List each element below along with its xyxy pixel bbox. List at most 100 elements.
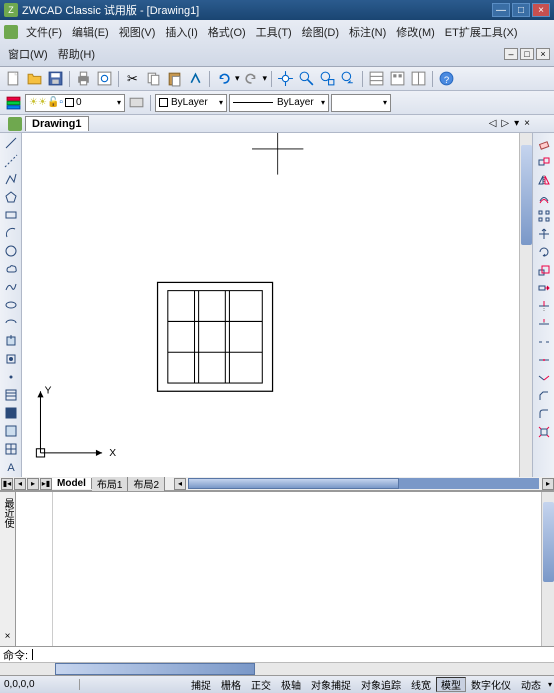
menu-draw[interactable]: 绘图(D) bbox=[298, 22, 343, 42]
model-tab[interactable]: Model bbox=[52, 478, 92, 489]
copy-button[interactable] bbox=[144, 69, 163, 88]
sheet-next-button[interactable]: ▸ bbox=[27, 478, 39, 490]
mirror-tool[interactable] bbox=[535, 171, 553, 188]
cut-button[interactable]: ✂ bbox=[123, 69, 142, 88]
extend-tool[interactable] bbox=[535, 315, 553, 332]
break-at-point-tool[interactable] bbox=[535, 351, 553, 368]
color-dropdown[interactable]: ByLayer ▾ bbox=[155, 94, 227, 112]
menu-dimension[interactable]: 标注(N) bbox=[345, 22, 390, 42]
line-tool[interactable] bbox=[2, 135, 20, 152]
table-tool[interactable] bbox=[2, 440, 20, 457]
rotate-tool[interactable] bbox=[535, 243, 553, 260]
drawing-canvas[interactable]: X Y bbox=[22, 133, 519, 477]
layout1-tab[interactable]: 布局1 bbox=[92, 476, 129, 491]
command-vscrollbar[interactable] bbox=[541, 492, 554, 646]
chamfer-tool[interactable] bbox=[535, 387, 553, 404]
text-tool[interactable]: A bbox=[2, 458, 20, 475]
construction-line-tool[interactable] bbox=[2, 153, 20, 170]
menu-express[interactable]: ET扩展工具(X) bbox=[441, 22, 522, 42]
circle-tool[interactable] bbox=[2, 243, 20, 260]
minimize-button[interactable]: — bbox=[492, 3, 510, 17]
menu-help[interactable]: 帮助(H) bbox=[54, 44, 99, 64]
sheet-last-button[interactable]: ▸▮ bbox=[40, 478, 52, 490]
print-preview-button[interactable] bbox=[95, 69, 114, 88]
open-button[interactable] bbox=[25, 69, 44, 88]
break-tool[interactable] bbox=[535, 333, 553, 350]
command-history[interactable] bbox=[53, 492, 541, 646]
doc-close-button[interactable]: × bbox=[536, 48, 550, 60]
pan-button[interactable] bbox=[276, 69, 295, 88]
erase-tool[interactable] bbox=[535, 135, 553, 152]
menu-modify[interactable]: 修改(M) bbox=[392, 22, 439, 42]
ortho-toggle[interactable]: 正交 bbox=[246, 677, 276, 692]
osnap-toggle[interactable]: 对象捕捉 bbox=[306, 677, 356, 692]
doc-restore-button[interactable]: □ bbox=[520, 48, 534, 60]
redo-button[interactable] bbox=[242, 69, 261, 88]
match-button[interactable] bbox=[186, 69, 205, 88]
make-block-tool[interactable] bbox=[2, 350, 20, 367]
maximize-button[interactable]: □ bbox=[512, 3, 530, 17]
stretch-tool[interactable] bbox=[535, 279, 553, 296]
close-button[interactable]: × bbox=[532, 3, 550, 17]
command-line[interactable]: 命令: bbox=[0, 646, 554, 662]
layout2-tab[interactable]: 布局2 bbox=[128, 476, 165, 491]
menu-format[interactable]: 格式(O) bbox=[204, 22, 250, 42]
polar-toggle[interactable]: 极轴 bbox=[276, 677, 306, 692]
linetype-dropdown[interactable]: ByLayer ▾ bbox=[229, 94, 329, 112]
sheet-prev-button[interactable]: ◂ bbox=[14, 478, 26, 490]
layer-state-button[interactable] bbox=[127, 93, 146, 112]
snap-toggle[interactable]: 捕捉 bbox=[186, 677, 216, 692]
menu-insert[interactable]: 插入(I) bbox=[161, 22, 201, 42]
undo-dropdown[interactable]: ▾ bbox=[235, 73, 240, 84]
sheet-first-button[interactable]: ▮◂ bbox=[1, 478, 13, 490]
offset-tool[interactable] bbox=[535, 189, 553, 206]
hscroll-left-button[interactable]: ◂ bbox=[174, 478, 186, 490]
menu-edit[interactable]: 编辑(E) bbox=[68, 22, 113, 42]
undo-button[interactable] bbox=[214, 69, 233, 88]
command-side-tab[interactable]: 最近使 × bbox=[0, 492, 16, 646]
coordinate-display[interactable]: 0,0,0,0 bbox=[0, 679, 80, 690]
lwt-toggle[interactable]: 线宽 bbox=[406, 677, 436, 692]
gradient-tool[interactable] bbox=[2, 404, 20, 421]
hatch-tool[interactable] bbox=[2, 386, 20, 403]
help-button[interactable]: ? bbox=[437, 69, 456, 88]
arc-tool[interactable] bbox=[2, 225, 20, 242]
grid-toggle[interactable]: 栅格 bbox=[216, 677, 246, 692]
dyn-toggle[interactable]: 动态 bbox=[516, 677, 546, 692]
polyline-tool[interactable] bbox=[2, 171, 20, 188]
otrack-toggle[interactable]: 对象追踪 bbox=[356, 677, 406, 692]
copy-tool[interactable] bbox=[535, 153, 553, 170]
polygon-tool[interactable] bbox=[2, 189, 20, 206]
canvas-hscrollbar[interactable] bbox=[188, 478, 539, 489]
scale-tool[interactable] bbox=[535, 261, 553, 278]
lineweight-dropdown[interactable]: ▾ bbox=[331, 94, 391, 112]
tool-palette-button[interactable] bbox=[409, 69, 428, 88]
tab-next-button[interactable]: ▷ bbox=[499, 118, 511, 129]
ellipse-tool[interactable] bbox=[2, 297, 20, 314]
menu-tools[interactable]: 工具(T) bbox=[252, 22, 296, 42]
model-toggle[interactable]: 模型 bbox=[436, 677, 466, 692]
doc-minimize-button[interactable]: – bbox=[504, 48, 518, 60]
menu-view[interactable]: 视图(V) bbox=[115, 22, 160, 42]
layer-manager-button[interactable] bbox=[4, 93, 23, 112]
point-tool[interactable] bbox=[2, 368, 20, 385]
tab-prev-button[interactable]: ◁ bbox=[487, 118, 499, 129]
canvas-vscrollbar[interactable] bbox=[519, 133, 532, 477]
insert-block-tool[interactable] bbox=[2, 332, 20, 349]
zoom-realtime-button[interactable] bbox=[297, 69, 316, 88]
properties-button[interactable] bbox=[367, 69, 386, 88]
layer-dropdown[interactable]: ☀☀🔓▫ 0 ▾ bbox=[25, 94, 125, 112]
zoom-previous-button[interactable] bbox=[339, 69, 358, 88]
join-tool[interactable] bbox=[535, 369, 553, 386]
redo-dropdown[interactable]: ▾ bbox=[263, 73, 268, 84]
status-menu-button[interactable]: ▾ bbox=[546, 680, 554, 689]
move-tool[interactable] bbox=[535, 225, 553, 242]
zoom-window-button[interactable] bbox=[318, 69, 337, 88]
menu-window[interactable]: 窗口(W) bbox=[4, 44, 52, 64]
revision-cloud-tool[interactable] bbox=[2, 261, 20, 278]
region-tool[interactable] bbox=[2, 422, 20, 439]
fillet-tool[interactable] bbox=[535, 405, 553, 422]
tablet-toggle[interactable]: 数字化仪 bbox=[466, 677, 516, 692]
command-hscrollbar[interactable] bbox=[0, 662, 554, 675]
tab-close-button[interactable]: × bbox=[522, 118, 532, 129]
